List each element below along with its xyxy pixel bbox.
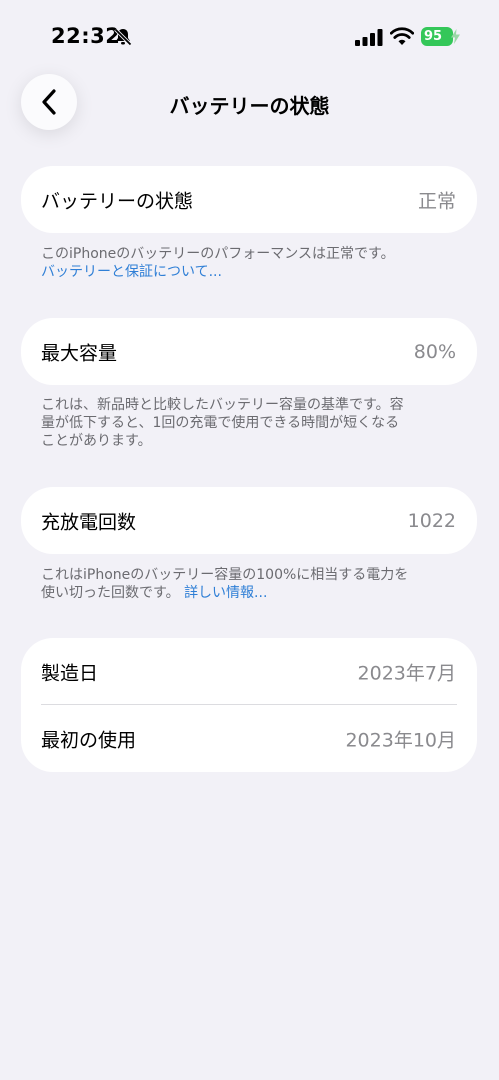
max-capacity-note-line: 量が低下すると、1回の充電で使用できる時間が短くなる xyxy=(41,415,400,431)
cycle-count-label: 充放電回数 xyxy=(41,511,137,533)
battery-health-note: このiPhoneのバッテリーのパフォーマンスは正常です。 バッテリーと保証につい… xyxy=(41,245,461,281)
manufactured-value: 2023年7月 xyxy=(357,662,456,684)
cycle-count-value: 1022 xyxy=(407,509,456,532)
page-title: バッテリーの状態 xyxy=(169,94,330,118)
status-bar: 22:32 95 xyxy=(0,0,499,70)
battery-warranty-link[interactable]: バッテリーと保証について... xyxy=(41,263,461,281)
charging-bolt-icon xyxy=(451,29,460,44)
wifi-icon xyxy=(390,27,414,45)
first-use-value: 2023年10月 xyxy=(345,729,456,751)
max-capacity-note: これは、新品時と比較したバッテリー容量の基準です。容 量が低下すると、1回の充電… xyxy=(41,396,461,450)
dates-card: 製造日 2023年7月 最初の使用 2023年10月 xyxy=(21,638,477,772)
first-use-label: 最初の使用 xyxy=(41,729,137,751)
bell-slash-icon xyxy=(114,28,132,46)
cycle-count-note-text: 使い切った回数です。 xyxy=(41,585,180,601)
cycle-count-note: これはiPhoneのバッテリー容量の100%に相当する電力を 使い切った回数です… xyxy=(41,566,461,602)
cellular-signal-icon xyxy=(355,29,383,46)
max-capacity-note-line: ことがあります。 xyxy=(41,433,152,449)
cycle-count-note-line: これはiPhoneのバッテリー容量の100%に相当する電力を xyxy=(41,567,409,583)
cycle-count-row: 充放電回数 1022 xyxy=(21,487,477,554)
battery-health-value: 正常 xyxy=(417,190,456,212)
manufactured-label: 製造日 xyxy=(41,662,99,684)
status-time: 22:32 xyxy=(51,24,121,48)
battery-health-label: バッテリーの状態 xyxy=(41,190,194,212)
battery-health-note-text: このiPhoneのバッテリーのパフォーマンスは正常です。 xyxy=(41,246,395,262)
cycle-count-note-line2: 使い切った回数です。 詳しい情報... xyxy=(41,584,461,602)
battery-health-row: バッテリーの状態 正常 xyxy=(21,166,477,233)
battery-indicator: 95 xyxy=(421,27,453,46)
max-capacity-row: 最大容量 80% xyxy=(21,318,477,385)
more-info-link[interactable]: 詳しい情報... xyxy=(184,585,267,601)
max-capacity-value: 80% xyxy=(413,340,456,363)
max-capacity-note-line: これは、新品時と比較したバッテリー容量の基準です。容 xyxy=(41,397,404,413)
manufactured-row: 製造日 2023年7月 xyxy=(21,638,477,705)
first-use-row: 最初の使用 2023年10月 xyxy=(21,705,477,772)
max-capacity-label: 最大容量 xyxy=(41,342,118,364)
